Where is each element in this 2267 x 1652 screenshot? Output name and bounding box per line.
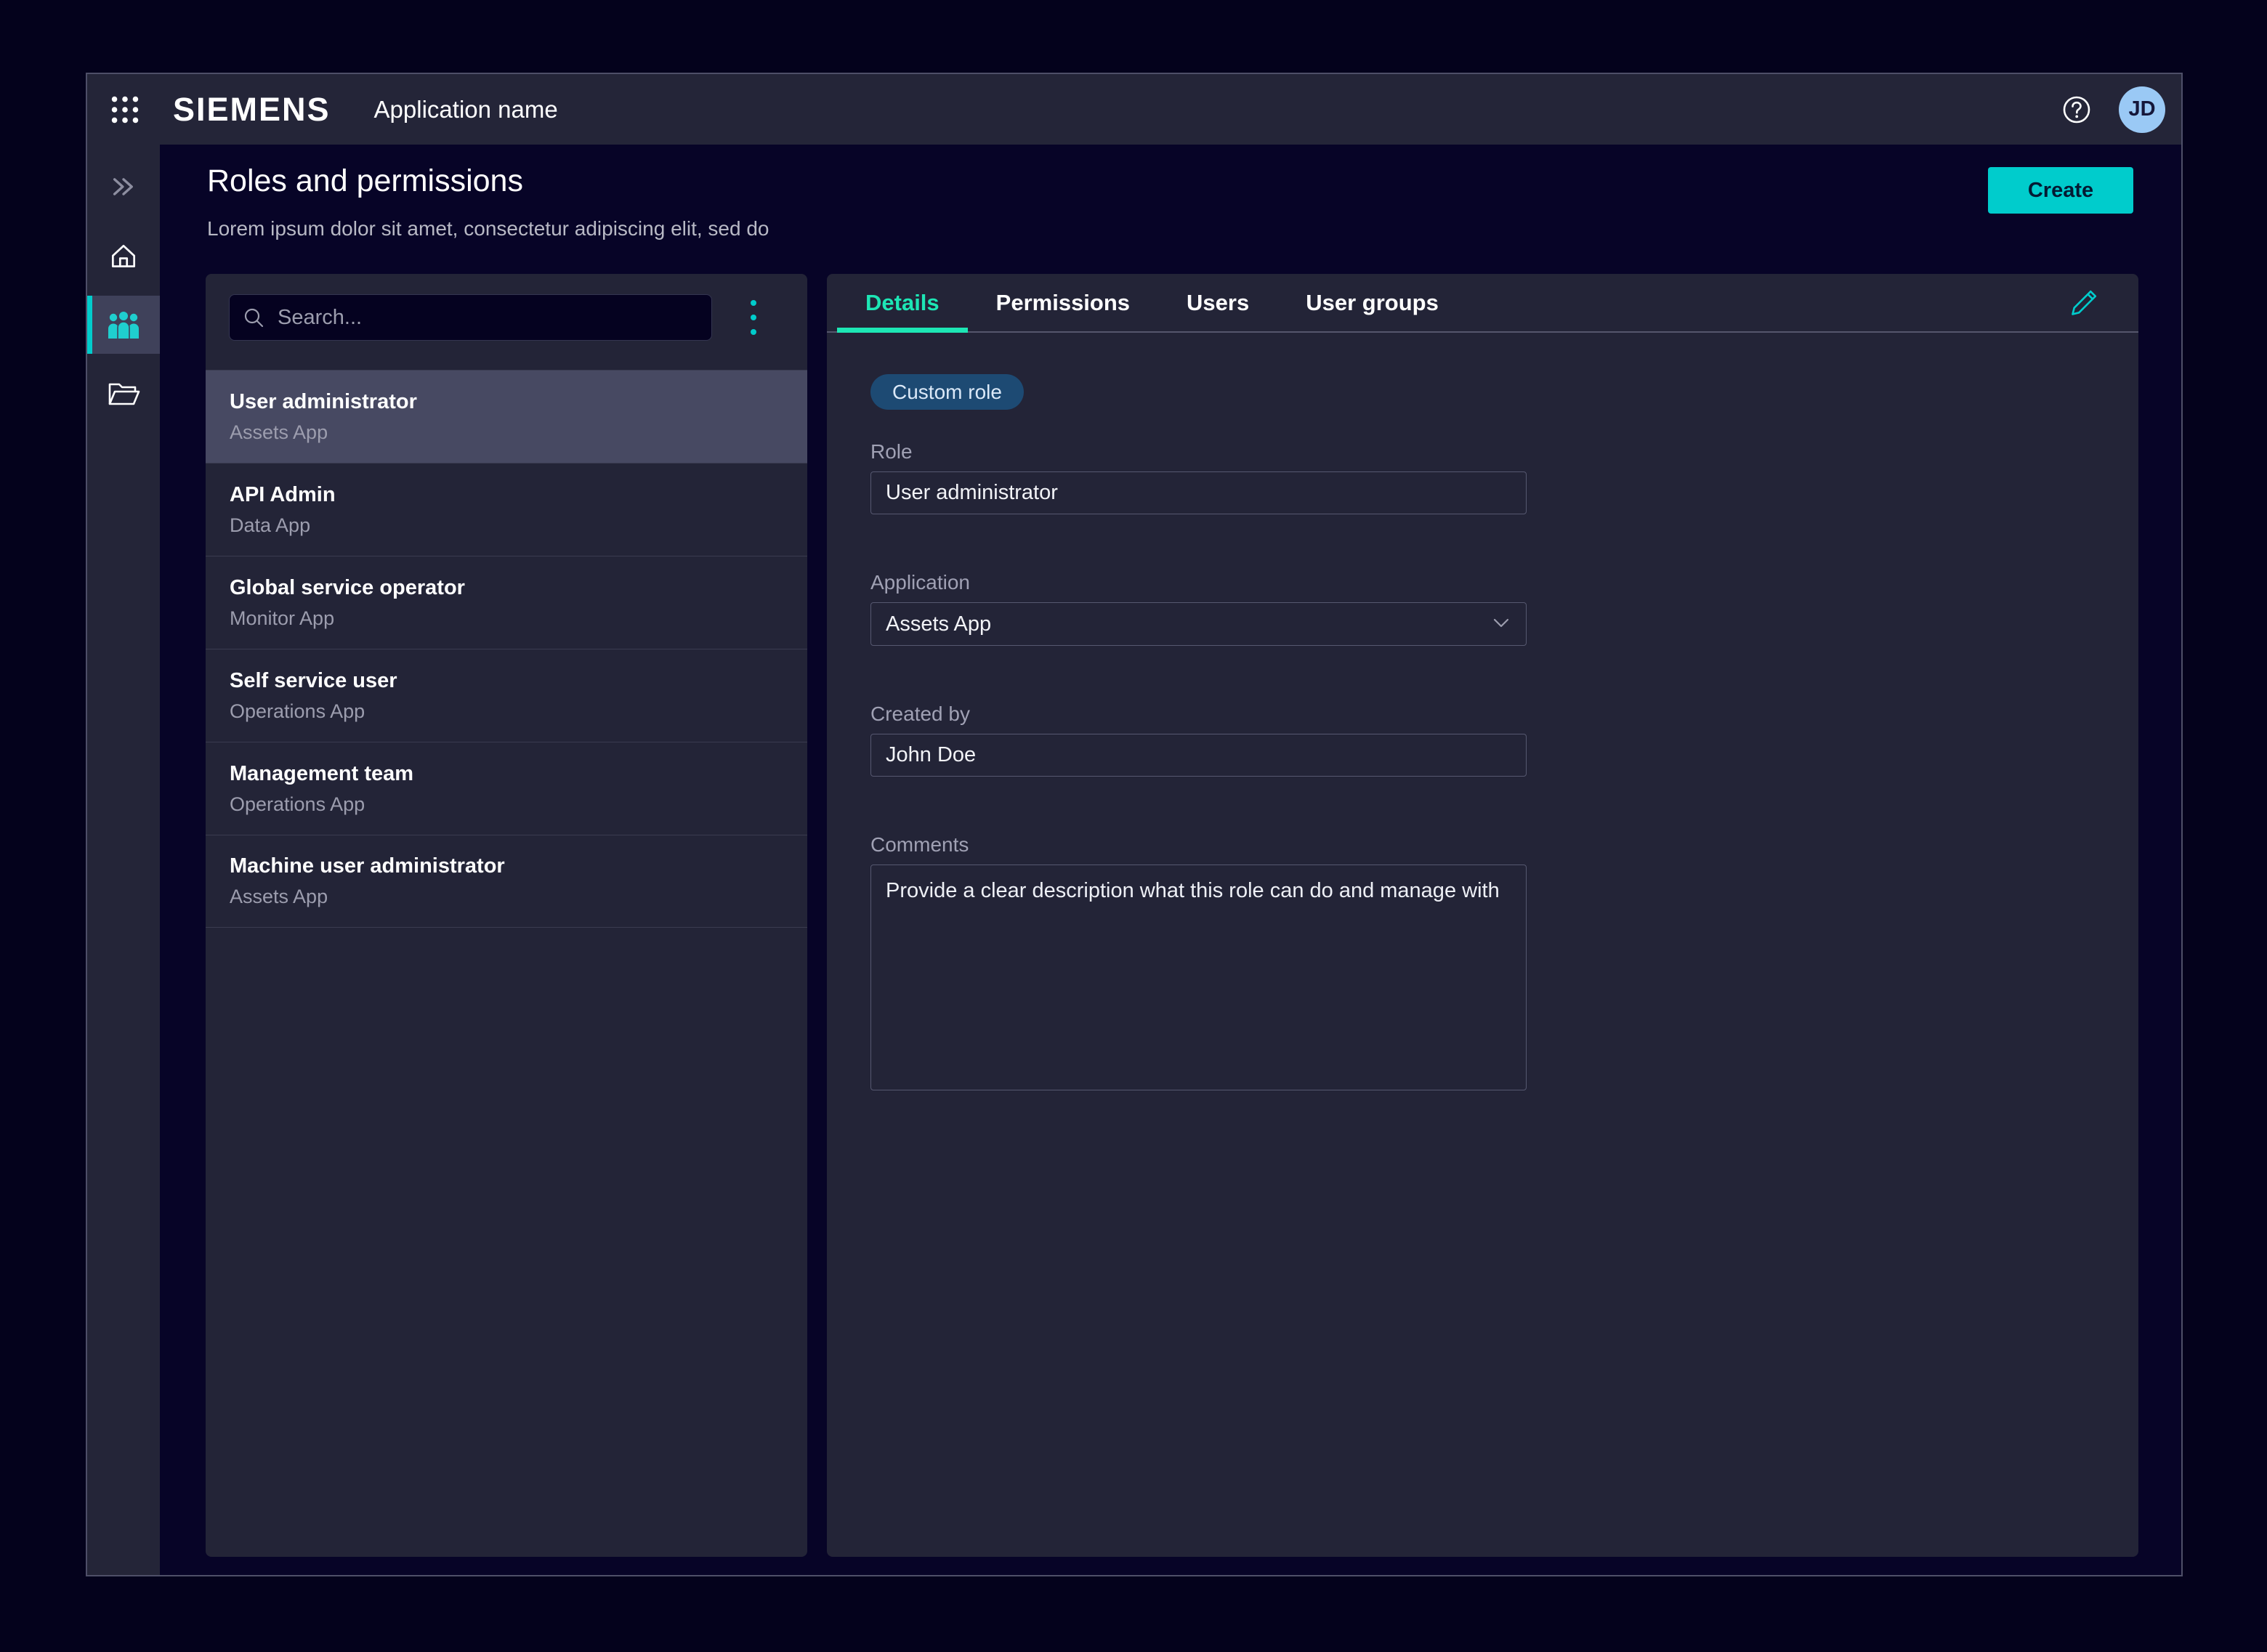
details-form: Custom role Role Application Assets App … [827,333,2138,1094]
folder-icon [107,379,140,408]
tabs-row: DetailsPermissionsUsersUser groups [827,274,2138,333]
search-icon [243,307,264,328]
role-app: Operations App [230,700,783,723]
users-icon [105,309,142,340]
comments-textarea[interactable]: Provide a clear description what this ro… [870,865,1527,1090]
app-window: SIEMENS Application name JD [86,73,2183,1576]
role-name: API Admin [230,483,783,507]
application-field-group: Application Assets App [870,571,1527,646]
list-menu-button[interactable] [739,297,768,338]
role-name: User administrator [230,390,783,414]
custom-role-badge: Custom role [870,374,1024,410]
topbar-actions: JD [2061,86,2165,133]
role-list: User administrator Assets App API Admin … [206,370,807,928]
comments-field-label: Comments [870,833,1527,857]
role-app: Operations App [230,793,783,816]
sidebar-item-files[interactable] [87,365,160,423]
sidebar-expand-button[interactable] [87,158,160,216]
role-list-item[interactable]: Management team Operations App [206,742,807,835]
role-list-card: User administrator Assets App API Admin … [206,274,807,1557]
role-field-label: Role [870,440,1527,463]
created-by-input[interactable] [870,734,1527,777]
help-icon [2061,94,2093,126]
page-header-text: Roles and permissions Lorem ipsum dolor … [207,164,769,240]
role-name: Management team [230,762,783,786]
created-by-field-group: Created by [870,702,1527,777]
search-box[interactable] [229,294,712,341]
kebab-menu-icon [750,297,757,338]
tab-users[interactable]: Users [1158,274,1277,331]
create-button[interactable]: Create [1988,167,2133,214]
application-select-value: Assets App [886,612,991,636]
role-input[interactable] [870,471,1527,514]
application-name: Application name [374,96,558,124]
sidebar [87,145,160,1575]
app-launcher-button[interactable] [109,94,141,126]
tab-permissions[interactable]: Permissions [968,274,1158,331]
role-list-item[interactable]: Self service user Operations App [206,649,807,742]
siemens-logo: SIEMENS [173,91,331,129]
chevron-down-icon [1492,618,1510,629]
role-name: Global service operator [230,576,783,600]
topbar: SIEMENS Application name JD [87,74,2181,145]
page-title: Roles and permissions [207,164,769,198]
role-name: Machine user administrator [230,854,783,878]
avatar-initials: JD [2128,97,2155,121]
created-by-field-label: Created by [870,702,1527,726]
role-app: Data App [230,514,783,537]
pencil-icon [2069,286,2101,318]
role-app: Assets App [230,886,783,908]
sidebar-item-roles[interactable] [87,296,160,354]
search-input[interactable] [276,305,698,331]
help-button[interactable] [2061,94,2093,126]
page-subtitle: Lorem ipsum dolor sit amet, consectetur … [207,217,769,240]
page-header: Roles and permissions Lorem ipsum dolor … [207,164,2133,240]
search-row [206,274,807,341]
role-name: Self service user [230,669,783,693]
avatar[interactable]: JD [2119,86,2165,133]
sidebar-item-home[interactable] [87,227,160,285]
application-field-label: Application [870,571,1527,594]
home-icon [108,240,140,272]
role-list-item[interactable]: Machine user administrator Assets App [206,835,807,928]
grid-icon [110,95,140,124]
role-app: Monitor App [230,607,783,630]
edit-button[interactable] [2067,286,2102,320]
role-list-item[interactable]: User administrator Assets App [206,370,807,463]
tab-user-groups[interactable]: User groups [1277,274,1467,331]
role-app: Assets App [230,421,783,444]
tabs: DetailsPermissionsUsersUser groups [837,274,1467,331]
application-select[interactable]: Assets App [870,602,1527,646]
chevrons-right-icon [110,174,137,199]
role-list-item[interactable]: Global service operator Monitor App [206,556,807,649]
comments-field-group: Comments Provide a clear description wha… [870,833,1527,1094]
role-list-item[interactable]: API Admin Data App [206,463,807,556]
role-field-group: Role [870,440,1527,514]
role-details-card: DetailsPermissionsUsersUser groups Custo… [827,274,2138,1557]
tab-details[interactable]: Details [837,274,968,331]
